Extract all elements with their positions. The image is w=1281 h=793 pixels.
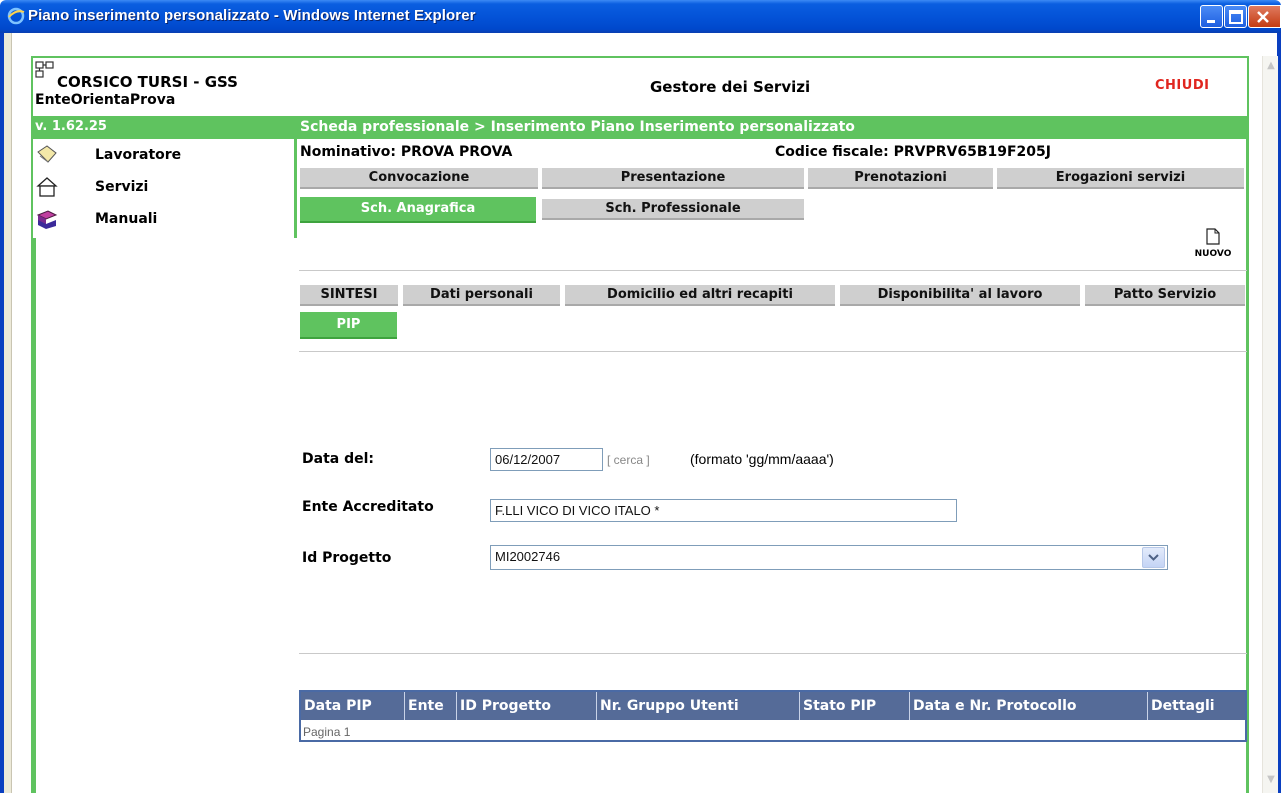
divider (299, 653, 1247, 654)
col-nr-gruppo-utenti: Nr. Gruppo Utenti (597, 692, 800, 720)
network-icon (35, 61, 54, 78)
ente-input[interactable]: F.LLI VICO DI VICO ITALO * (490, 499, 957, 522)
close-window-button[interactable] (1248, 5, 1281, 28)
tab-presentazione[interactable]: Presentazione (542, 168, 804, 189)
chiudi-link[interactable]: CHIUDI (1155, 78, 1209, 93)
maximize-button[interactable] (1224, 5, 1247, 28)
tab-sch-anagrafica[interactable]: Sch. Anagrafica (300, 197, 536, 223)
app-title: Gestore dei Servizi (650, 78, 811, 96)
pip-table: Data PIP Ente ID Progetto Nr. Gruppo Ute… (299, 690, 1247, 742)
lavoratore-icon (37, 145, 57, 163)
col-data-protocollo: Data e Nr. Protocollo (910, 692, 1148, 720)
tab-prenotazioni[interactable]: Prenotazioni (808, 168, 993, 189)
cerca-link[interactable]: [ cerca ] (607, 453, 650, 467)
progetto-select[interactable]: MI2002746 (490, 545, 1168, 570)
date-input[interactable]: 06/12/2007 (490, 448, 603, 471)
sidebar-blank-area (33, 238, 297, 793)
tab-erogazioni-servizi[interactable]: Erogazioni servizi (997, 168, 1244, 189)
window-title: Piano inserimento personalizzato - Windo… (28, 7, 476, 24)
brand-name: CORSICO TURSI - GSS (57, 73, 238, 91)
col-ente: Ente (405, 692, 457, 720)
ente-label: Ente Accreditato (302, 499, 434, 515)
nuovo-button[interactable]: NUOVO (1190, 228, 1236, 259)
tab-patto-servizio[interactable]: Patto Servizio (1085, 285, 1245, 306)
progetto-label: Id Progetto (302, 550, 392, 566)
ie-icon (7, 7, 25, 25)
sidebar-item-servizi[interactable]: Servizi (35, 175, 285, 203)
col-dettagli: Dettagli (1151, 698, 1215, 714)
col-stato-pip: Stato PIP (800, 692, 910, 720)
col-data-pip: Data PIP (301, 692, 405, 720)
breadcrumb: Scheda professionale > Inserimento Piano… (300, 119, 855, 135)
divider (299, 351, 1247, 352)
table-header: Data PIP Ente ID Progetto Nr. Gruppo Ute… (301, 692, 1245, 720)
tab-sch-professionale[interactable]: Sch. Professionale (542, 199, 804, 220)
minimize-button[interactable] (1200, 5, 1223, 28)
tab-disponibilita[interactable]: Disponibilita' al lavoro (840, 285, 1080, 306)
nominativo: Nominativo: PROVA PROVA (300, 144, 513, 160)
tab-domicilio[interactable]: Domicilio ed altri recapiti (565, 285, 835, 306)
sidebar-item-manuali[interactable]: Manuali (35, 207, 285, 235)
sidebar-item-label: Manuali (95, 211, 158, 227)
vertical-scrollbar[interactable]: ▲ ▼ (1262, 56, 1278, 793)
nuovo-label: NUOVO (1194, 249, 1232, 259)
version-label: v. 1.62.25 (35, 119, 107, 134)
new-document-icon (1206, 228, 1220, 245)
pagination: Pagina 1 (303, 725, 351, 739)
page-border-right (1246, 56, 1249, 793)
tab-sintesi[interactable]: SINTESI (300, 285, 398, 306)
divider (299, 270, 1247, 271)
tab-dati-personali[interactable]: Dati personali (403, 285, 560, 306)
tab-convocazione[interactable]: Convocazione (300, 168, 538, 189)
user-name: EnteOrientaProva (35, 92, 176, 108)
chevron-down-icon[interactable] (1142, 547, 1165, 568)
col-id-progetto: ID Progetto (457, 692, 597, 720)
window-titlebar: Piano inserimento personalizzato - Windo… (0, 0, 1281, 33)
sidebar-item-label: Servizi (95, 179, 149, 195)
servizi-icon (36, 177, 58, 197)
scroll-down-icon[interactable]: ▼ (1263, 772, 1279, 788)
tab-pip[interactable]: PIP (300, 312, 397, 339)
date-label: Data del: (302, 451, 374, 467)
manuali-icon (36, 210, 58, 229)
scroll-up-icon[interactable]: ▲ (1263, 58, 1279, 74)
sidebar-item-lavoratore[interactable]: Lavoratore (35, 143, 285, 171)
date-format-hint: (formato 'gg/mm/aaaa') (690, 451, 834, 467)
codice-fiscale: Codice fiscale: PRVPRV65B19F205J (775, 144, 1051, 160)
window-inner-edge (4, 33, 12, 793)
sidebar-item-label: Lavoratore (95, 147, 182, 163)
